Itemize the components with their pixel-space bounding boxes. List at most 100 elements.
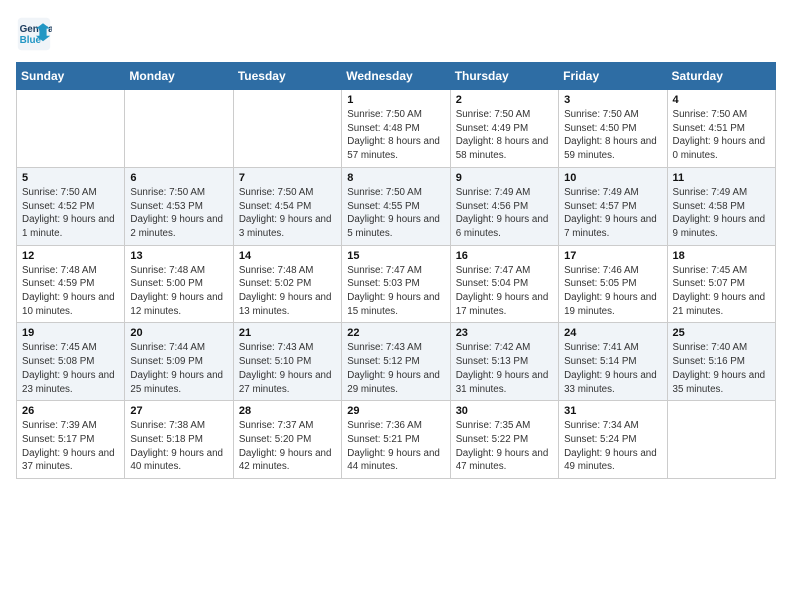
day-cell-24: 24Sunrise: 7:41 AM Sunset: 5:14 PM Dayli… [559, 323, 667, 401]
day-info: Sunrise: 7:48 AM Sunset: 5:02 PM Dayligh… [239, 264, 336, 319]
week-row-3: 12 Sunrise: 7:48 AM Sunset: 4:59 PM Dayli… [17, 245, 776, 323]
day-number: 21 [239, 327, 336, 339]
day-number: 6 [130, 172, 227, 184]
day-info: Sunrise: 7:43 AM Sunset: 5:10 PM Dayligh… [239, 341, 336, 396]
day-cell-21: 21 Sunrise: 7:43 AM Sunset: 5:10 PM Dayli… [233, 323, 341, 401]
day-number: 5 [22, 172, 119, 184]
day-cell-1: 1Sunrise: 7:50 AM Sunset: 4:48 PM Daylig… [342, 90, 450, 168]
day-info: Sunrise: 7:44 AM Sunset: 5:09 PM Dayligh… [130, 341, 227, 396]
day-cell-7: 7 Sunrise: 7:50 AM Sunset: 4:54 PM Daylig… [233, 167, 341, 245]
day-info: Sunrise: 7:50 AM Sunset: 4:51 PM Dayligh… [673, 108, 770, 163]
day-number: 22 [347, 327, 444, 339]
day-cell-25: 25 Sunrise: 7:40 AM Sunset: 5:16 PM Dayli… [667, 323, 775, 401]
day-cell-13: 13 Sunrise: 7:48 AM Sunset: 5:00 PM Dayli… [125, 245, 233, 323]
day-number: 2 [456, 94, 553, 106]
day-number: 29 [347, 405, 444, 417]
day-info: Sunrise: 7:49 AM Sunset: 4:56 PM Dayligh… [456, 186, 553, 241]
day-info: Sunrise: 7:47 AM Sunset: 5:03 PM Dayligh… [347, 264, 444, 319]
col-header-monday: Monday [125, 63, 233, 90]
day-cell-31: 31Sunrise: 7:34 AM Sunset: 5:24 PM Dayli… [559, 401, 667, 479]
day-number: 1 [347, 94, 444, 106]
day-number: 26 [22, 405, 119, 417]
day-info: Sunrise: 7:50 AM Sunset: 4:54 PM Dayligh… [239, 186, 336, 241]
day-info: Sunrise: 7:42 AM Sunset: 5:13 PM Dayligh… [456, 341, 553, 396]
col-header-friday: Friday [559, 63, 667, 90]
calendar-table: SundayMondayTuesdayWednesdayThursdayFrid… [16, 62, 776, 479]
day-info: Sunrise: 7:45 AM Sunset: 5:08 PM Dayligh… [22, 341, 119, 396]
day-number: 11 [673, 172, 770, 184]
day-cell-3: 3Sunrise: 7:50 AM Sunset: 4:50 PM Daylig… [559, 90, 667, 168]
day-cell-17: 17 Sunrise: 7:46 AM Sunset: 5:05 PM Dayli… [559, 245, 667, 323]
day-info: Sunrise: 7:48 AM Sunset: 4:59 PM Dayligh… [22, 264, 119, 319]
day-number: 8 [347, 172, 444, 184]
day-cell-20: 20 Sunrise: 7:44 AM Sunset: 5:09 PM Dayli… [125, 323, 233, 401]
col-header-tuesday: Tuesday [233, 63, 341, 90]
day-cell-29: 29 Sunrise: 7:36 AM Sunset: 5:21 PM Dayli… [342, 401, 450, 479]
day-cell-16: 16 Sunrise: 7:47 AM Sunset: 5:04 PM Dayli… [450, 245, 558, 323]
day-number: 13 [130, 250, 227, 262]
day-cell-6: 6 Sunrise: 7:50 AM Sunset: 4:53 PM Daylig… [125, 167, 233, 245]
empty-cell [17, 90, 125, 168]
day-cell-9: 9 Sunrise: 7:49 AM Sunset: 4:56 PM Daylig… [450, 167, 558, 245]
day-number: 20 [130, 327, 227, 339]
day-number: 9 [456, 172, 553, 184]
page-header: General Blue [16, 16, 776, 52]
day-info: Sunrise: 7:46 AM Sunset: 5:05 PM Dayligh… [564, 264, 661, 319]
day-cell-5: 5 Sunrise: 7:50 AM Sunset: 4:52 PM Daylig… [17, 167, 125, 245]
day-cell-14: 14 Sunrise: 7:48 AM Sunset: 5:02 PM Dayli… [233, 245, 341, 323]
day-cell-15: 15 Sunrise: 7:47 AM Sunset: 5:03 PM Dayli… [342, 245, 450, 323]
day-number: 19 [22, 327, 119, 339]
day-number: 25 [673, 327, 770, 339]
day-cell-22: 22 Sunrise: 7:43 AM Sunset: 5:12 PM Dayli… [342, 323, 450, 401]
day-cell-8: 8 Sunrise: 7:50 AM Sunset: 4:55 PM Daylig… [342, 167, 450, 245]
day-cell-26: 26 Sunrise: 7:39 AM Sunset: 5:17 PM Dayli… [17, 401, 125, 479]
day-info: Sunrise: 7:50 AM Sunset: 4:55 PM Dayligh… [347, 186, 444, 241]
day-info: Sunrise: 7:35 AM Sunset: 5:22 PM Dayligh… [456, 419, 553, 474]
day-number: 16 [456, 250, 553, 262]
day-info: Sunrise: 7:50 AM Sunset: 4:52 PM Dayligh… [22, 186, 119, 241]
day-cell-2: 2 Sunrise: 7:50 AM Sunset: 4:49 PM Daylig… [450, 90, 558, 168]
day-info: Sunrise: 7:50 AM Sunset: 4:53 PM Dayligh… [130, 186, 227, 241]
day-info: Sunrise: 7:48 AM Sunset: 5:00 PM Dayligh… [130, 264, 227, 319]
day-number: 23 [456, 327, 553, 339]
day-number: 14 [239, 250, 336, 262]
day-cell-10: 10 Sunrise: 7:49 AM Sunset: 4:57 PM Dayli… [559, 167, 667, 245]
day-cell-27: 27Sunrise: 7:38 AM Sunset: 5:18 PM Dayli… [125, 401, 233, 479]
day-info: Sunrise: 7:50 AM Sunset: 4:49 PM Dayligh… [456, 108, 553, 163]
col-header-sunday: Sunday [17, 63, 125, 90]
day-number: 10 [564, 172, 661, 184]
day-info: Sunrise: 7:49 AM Sunset: 4:58 PM Dayligh… [673, 186, 770, 241]
empty-cell [233, 90, 341, 168]
day-cell-11: 11 Sunrise: 7:49 AM Sunset: 4:58 PM Dayli… [667, 167, 775, 245]
day-number: 17 [564, 250, 661, 262]
logo: General Blue [16, 16, 56, 52]
day-number: 7 [239, 172, 336, 184]
empty-cell [667, 401, 775, 479]
day-number: 15 [347, 250, 444, 262]
header-row: SundayMondayTuesdayWednesdayThursdayFrid… [17, 63, 776, 90]
week-row-2: 5 Sunrise: 7:50 AM Sunset: 4:52 PM Daylig… [17, 167, 776, 245]
day-info: Sunrise: 7:39 AM Sunset: 5:17 PM Dayligh… [22, 419, 119, 474]
week-row-4: 19 Sunrise: 7:45 AM Sunset: 5:08 PM Dayli… [17, 323, 776, 401]
day-info: Sunrise: 7:49 AM Sunset: 4:57 PM Dayligh… [564, 186, 661, 241]
day-cell-30: 30Sunrise: 7:35 AM Sunset: 5:22 PM Dayli… [450, 401, 558, 479]
week-row-1: 1Sunrise: 7:50 AM Sunset: 4:48 PM Daylig… [17, 90, 776, 168]
day-cell-28: 28 Sunrise: 7:37 AM Sunset: 5:20 PM Dayli… [233, 401, 341, 479]
day-info: Sunrise: 7:50 AM Sunset: 4:50 PM Dayligh… [564, 108, 661, 163]
day-number: 12 [22, 250, 119, 262]
day-info: Sunrise: 7:47 AM Sunset: 5:04 PM Dayligh… [456, 264, 553, 319]
col-header-thursday: Thursday [450, 63, 558, 90]
day-number: 28 [239, 405, 336, 417]
day-info: Sunrise: 7:38 AM Sunset: 5:18 PM Dayligh… [130, 419, 227, 474]
day-info: Sunrise: 7:43 AM Sunset: 5:12 PM Dayligh… [347, 341, 444, 396]
day-info: Sunrise: 7:36 AM Sunset: 5:21 PM Dayligh… [347, 419, 444, 474]
day-cell-18: 18 Sunrise: 7:45 AM Sunset: 5:07 PM Dayli… [667, 245, 775, 323]
day-info: Sunrise: 7:37 AM Sunset: 5:20 PM Dayligh… [239, 419, 336, 474]
day-number: 4 [673, 94, 770, 106]
logo-icon: General Blue [16, 16, 52, 52]
day-cell-19: 19 Sunrise: 7:45 AM Sunset: 5:08 PM Dayli… [17, 323, 125, 401]
day-info: Sunrise: 7:40 AM Sunset: 5:16 PM Dayligh… [673, 341, 770, 396]
day-info: Sunrise: 7:45 AM Sunset: 5:07 PM Dayligh… [673, 264, 770, 319]
day-number: 18 [673, 250, 770, 262]
col-header-saturday: Saturday [667, 63, 775, 90]
